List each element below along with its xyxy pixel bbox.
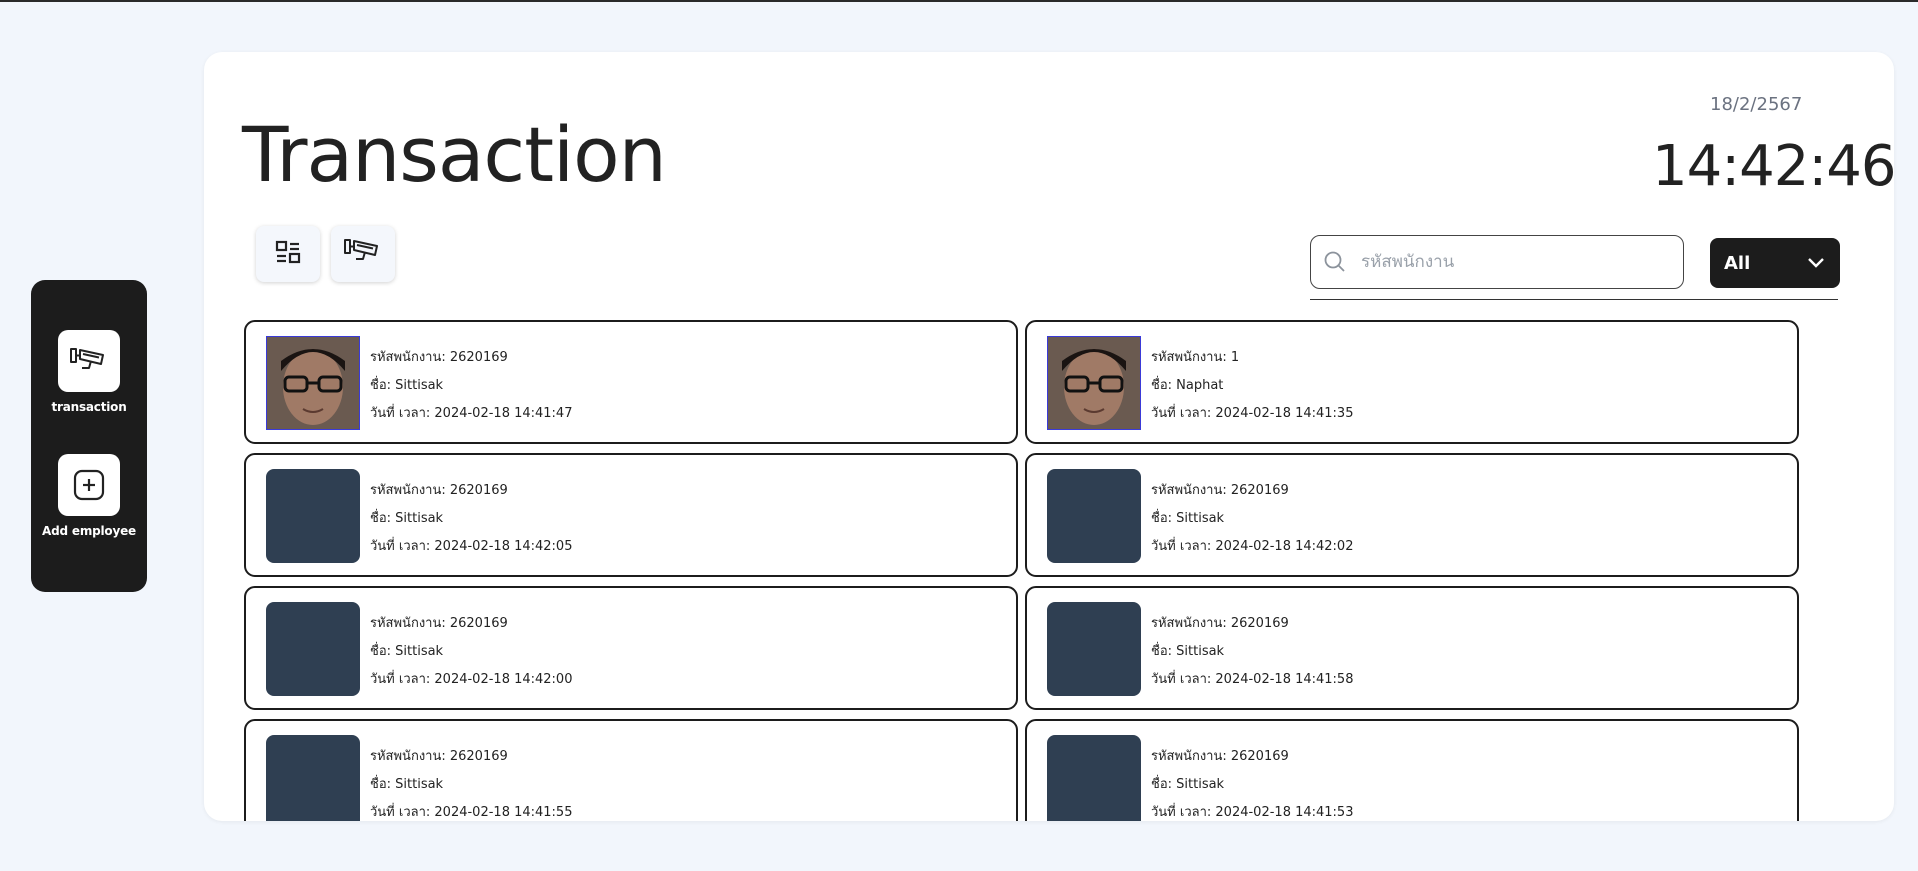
employee-id: รหัสพนักงาน: 1 [1151, 350, 1240, 365]
employee-name: ชื่อ: Sittisak [1151, 644, 1225, 659]
transaction-info: รหัสพนักงาน: 2620169 ชื่อ: Sittisak วันที่… [370, 477, 572, 561]
filter-selected-value: All [1724, 252, 1751, 274]
employee-name: ชื่อ: Naphat [1151, 378, 1224, 393]
current-time: 14:42:46 [1652, 134, 1894, 199]
transaction-info: รหัสพนักงาน: 2620169 ชื่อ: Sittisak วันที่… [1151, 743, 1353, 821]
cctv-camera-icon [58, 330, 120, 392]
top-border [0, 0, 1918, 2]
page-title: Transaction [242, 110, 667, 199]
employee-photo [1047, 336, 1141, 430]
transaction-card[interactable]: รหัสพนักงาน: 2620169 ชื่อ: Sittisak วันที่… [244, 453, 1018, 577]
broken-image-icon [266, 602, 360, 696]
search-input[interactable] [1359, 251, 1663, 273]
search-icon [1323, 249, 1349, 275]
employee-id: รหัสพนักงาน: 2620169 [1151, 483, 1289, 498]
sidebar-item-add-employee[interactable]: Add employee [31, 454, 147, 538]
sidebar-item-transaction[interactable]: transaction [31, 330, 147, 414]
transaction-info: รหัสพนักงาน: 2620169 ชื่อ: Sittisak วันที่… [370, 743, 572, 821]
employee-name: ชื่อ: Sittisak [370, 644, 444, 659]
transaction-info: รหัสพนักงาน: 1 ชื่อ: Naphat วันที่ เวลา: 2… [1151, 344, 1353, 428]
employee-name: ชื่อ: Sittisak [370, 777, 444, 792]
transaction-datetime: วันที่ เวลา: 2024-02-18 14:42:00 [370, 672, 573, 687]
transaction-datetime: วันที่ เวลา: 2024-02-18 14:41:35 [1151, 406, 1354, 421]
broken-image-icon [1047, 469, 1141, 563]
transaction-info: รหัสพนักงาน: 2620169 ชื่อ: Sittisak วันที่… [370, 344, 572, 428]
employee-name: ชื่อ: Sittisak [370, 378, 444, 393]
transaction-card[interactable]: รหัสพนักงาน: 2620169 ชื่อ: Sittisak วันที่… [244, 320, 1018, 444]
employee-id: รหัสพนักงาน: 2620169 [370, 350, 508, 365]
chevron-down-icon [1806, 254, 1826, 273]
transaction-card[interactable]: รหัสพนักงาน: 1 ชื่อ: Naphat วันที่ เวลา: 2… [1025, 320, 1799, 444]
transaction-info: รหัสพนักงาน: 2620169 ชื่อ: Sittisak วันที่… [370, 610, 572, 694]
main-panel: Transaction 18/2/2567 14:42:46 รหัสพนักง… [204, 52, 1894, 821]
transaction-datetime: วันที่ เวลา: 2024-02-18 14:41:53 [1151, 805, 1354, 820]
sidebar-item-label: Add employee [42, 524, 136, 538]
toolbar-divider [1310, 299, 1838, 300]
employee-name: ชื่อ: Sittisak [1151, 511, 1225, 526]
sidebar-item-label: transaction [51, 400, 127, 414]
cctv-camera-icon [343, 237, 383, 271]
filter-select[interactable]: All [1710, 238, 1840, 288]
transaction-datetime: วันที่ เวลา: 2024-02-18 14:41:58 [1151, 672, 1354, 687]
add-square-icon [58, 454, 120, 516]
transaction-datetime: วันที่ เวลา: 2024-02-18 14:42:02 [1151, 539, 1354, 554]
broken-image-icon [266, 469, 360, 563]
transaction-datetime: วันที่ เวลา: 2024-02-18 14:42:05 [370, 539, 573, 554]
search-field[interactable] [1310, 235, 1684, 289]
sidebar: transaction Add employee [31, 280, 147, 592]
transaction-info: รหัสพนักงาน: 2620169 ชื่อ: Sittisak วันที่… [1151, 477, 1353, 561]
transaction-card[interactable]: รหัสพนักงาน: 2620169 ชื่อ: Sittisak วันที่… [1025, 453, 1799, 577]
broken-image-icon [266, 735, 360, 821]
employee-id: รหัสพนักงาน: 2620169 [1151, 749, 1289, 764]
camera-view-button[interactable] [331, 226, 395, 282]
employee-photo [266, 336, 360, 430]
employee-id: รหัสพนักงาน: 2620169 [1151, 616, 1289, 631]
transaction-card[interactable]: รหัสพนักงาน: 2620169 ชื่อ: Sittisak วันที่… [244, 719, 1018, 821]
employee-id: รหัสพนักงาน: 2620169 [370, 616, 508, 631]
current-date: 18/2/2567 [1710, 94, 1803, 115]
transaction-card[interactable]: รหัสพนักงาน: 2620169 ชื่อ: Sittisak วันที่… [1025, 586, 1799, 710]
employee-id: รหัสพนักงาน: 2620169 [370, 749, 508, 764]
transaction-card[interactable]: รหัสพนักงาน: 2620169 ชื่อ: Sittisak วันที่… [244, 586, 1018, 710]
transaction-datetime: วันที่ เวลา: 2024-02-18 14:41:47 [370, 406, 573, 421]
employee-name: ชื่อ: Sittisak [370, 511, 444, 526]
transaction-card[interactable]: รหัสพนักงาน: 2620169 ชื่อ: Sittisak วันที่… [1025, 719, 1799, 821]
transaction-datetime: วันที่ เวลา: 2024-02-18 14:41:55 [370, 805, 573, 820]
employee-name: ชื่อ: Sittisak [1151, 777, 1225, 792]
employee-id: รหัสพนักงาน: 2620169 [370, 483, 508, 498]
transaction-info: รหัสพนักงาน: 2620169 ชื่อ: Sittisak วันที่… [1151, 610, 1353, 694]
broken-image-icon [1047, 735, 1141, 821]
layout-view-button[interactable] [256, 226, 320, 282]
dashboard-layout-icon [274, 239, 302, 269]
broken-image-icon [1047, 602, 1141, 696]
